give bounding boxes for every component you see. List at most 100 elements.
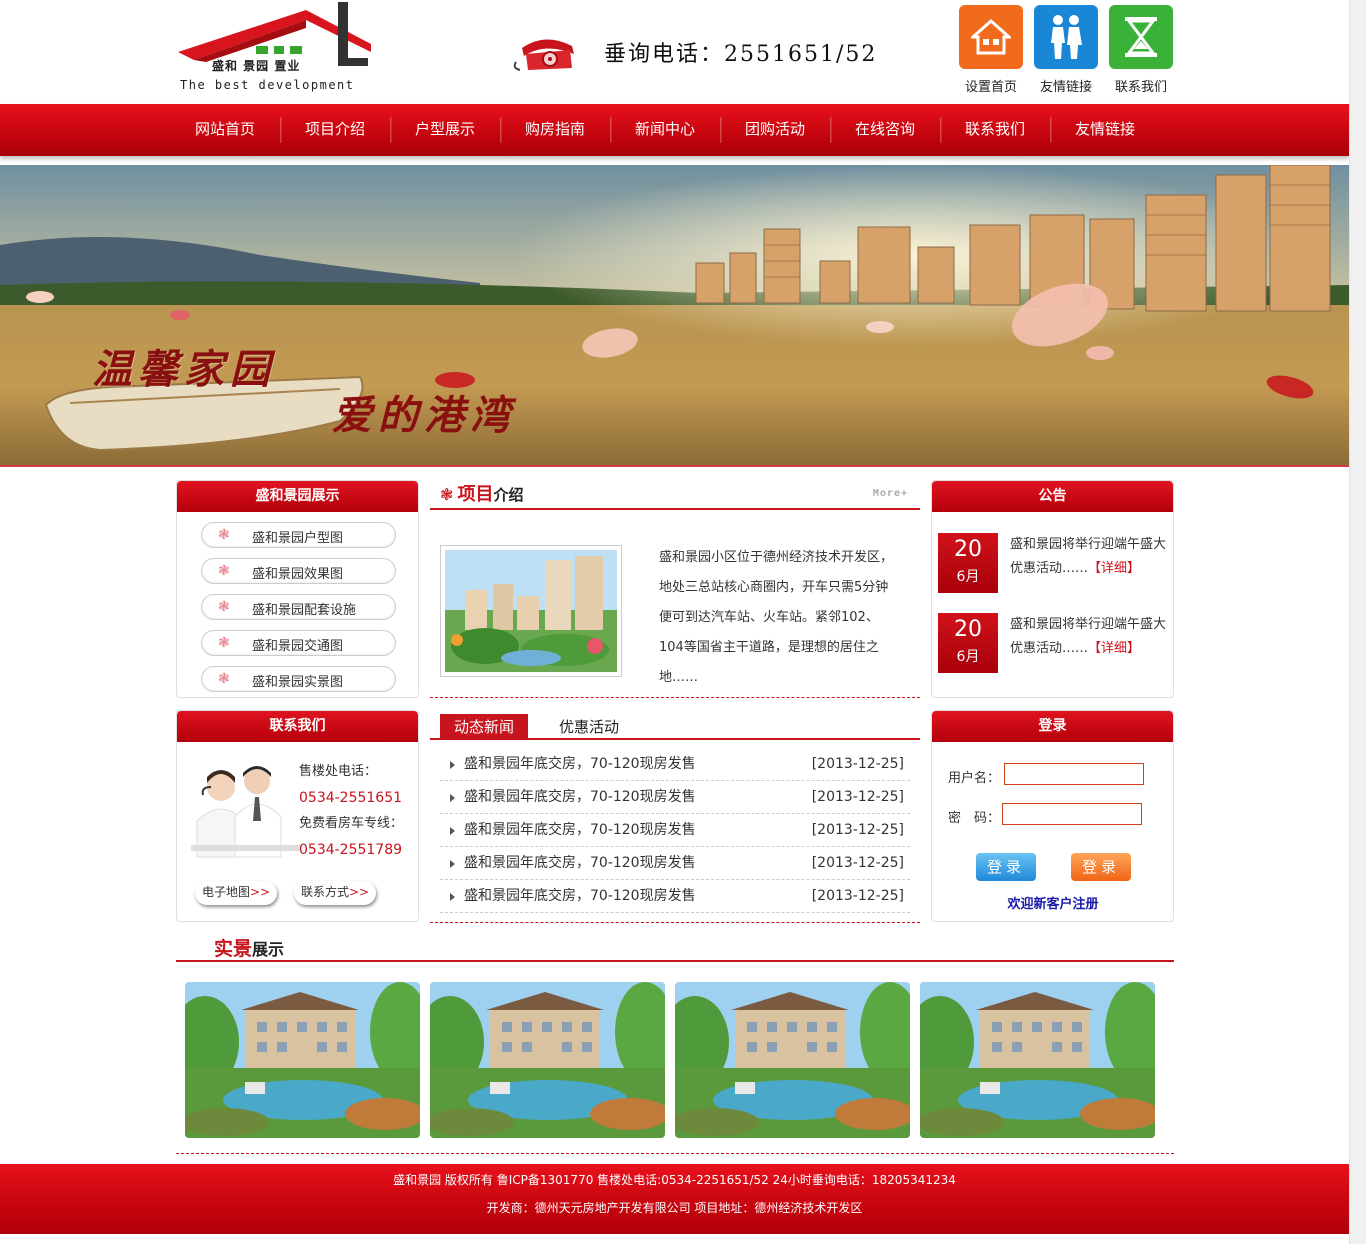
news-item[interactable]: 盛和景园年底交房，70-120现房发售 [2013-12-25] — [440, 781, 910, 814]
logo[interactable]: 盛和 景园 置业 The best development — [176, 2, 376, 98]
username-input[interactable] — [1004, 763, 1144, 785]
notice-date-badge: 20 6月 — [938, 533, 998, 593]
intro-title: ❃ 项目介绍 — [440, 480, 524, 506]
showcase-item-label: 盛和景园效果图 — [252, 567, 344, 582]
set-homepage-link[interactable]: 设置首页 — [958, 5, 1024, 95]
flower-icon: ❃ — [218, 635, 230, 651]
news-title: 盛和景园年底交房，70-120现房发售 — [464, 789, 696, 805]
banner-scene-image — [0, 165, 1349, 465]
gallery-photo[interactable] — [185, 982, 420, 1138]
gallery-photo[interactable] — [675, 982, 910, 1138]
contact-us-label: 联系我们 — [1114, 80, 1167, 95]
showcase-item-label: 盛和景园户型图 — [252, 531, 344, 546]
contact-panel: 联系我们 售楼处电话： 0534-2551651 免费看房车专线： 0534-2… — [176, 710, 419, 922]
main-nav: 网站首页 项目介绍 户型展示 购房指南 新闻中心 团购活动 在线咨询 联系我们 … — [0, 104, 1349, 156]
gallery-divider — [176, 1153, 1174, 1154]
bullet-arrow-icon — [450, 860, 455, 868]
intro-text: 盛和景园小区位于德州经济技术开发区，地处三总站核心商圈内，开车只需5分钟便可到达… — [659, 550, 894, 685]
arrow-icon: >> — [249, 885, 271, 899]
contact-way-label: 联系方式 — [300, 885, 349, 899]
bullet-arrow-icon — [450, 794, 455, 802]
notice-item[interactable]: 盛和景园将举行迎端午盛大优惠活动……【详细】 — [1010, 533, 1172, 581]
news-date: [2013-12-25] — [811, 888, 904, 904]
news-date: [2013-12-25] — [811, 789, 904, 805]
contact-us-link[interactable]: 联系我们 — [1108, 5, 1174, 95]
login-title: 登录 — [932, 711, 1173, 742]
nav-item-project[interactable]: 项目介绍 — [280, 104, 390, 156]
tab-promotions[interactable]: 优惠活动 — [545, 714, 633, 740]
showcase-item-traffic[interactable]: ❃ 盛和景园交通图 — [201, 630, 396, 656]
map-button[interactable]: 电子地图>> — [195, 881, 277, 905]
news-tabs: 动态新闻 优惠活动 — [430, 710, 920, 740]
nav-item-news[interactable]: 新闻中心 — [610, 104, 720, 156]
password-label: 密 码： — [948, 811, 1001, 826]
news-item[interactable]: 盛和景园年底交房，70-120现房发售 [2013-12-25] — [440, 748, 910, 781]
arrow-icon: >> — [348, 885, 370, 899]
nav-item-home[interactable]: 网站首页 — [170, 104, 280, 156]
hero-banner: 温馨家园 爱的港湾 — [0, 165, 1349, 467]
friend-links-label: 友情链接 — [1039, 80, 1092, 95]
sales-phone-number: 0534-2551651 — [299, 790, 403, 806]
gallery-title-big: 实景 — [214, 938, 253, 960]
banner-slogan-line2: 爱的港湾 — [332, 392, 516, 439]
news-date: [2013-12-25] — [811, 756, 904, 772]
contact-title: 联系我们 — [177, 711, 418, 742]
username-label: 用户名： — [948, 771, 1001, 786]
nav-item-group-buy[interactable]: 团购活动 — [720, 104, 830, 156]
notice-item[interactable]: 盛和景园将举行迎端午盛大优惠活动……【详细】 — [1010, 613, 1172, 661]
showcase-title: 盛和景园展示 — [177, 481, 418, 512]
notice-date-badge: 20 6月 — [938, 613, 998, 673]
notice-day: 20 — [954, 537, 982, 562]
intro-title-small: 介绍 — [493, 486, 524, 504]
notice-detail-link[interactable]: 【详细】 — [1088, 561, 1140, 576]
showcase-item-photos[interactable]: ❃ 盛和景园实景图 — [201, 666, 396, 692]
nav-item-contact[interactable]: 联系我们 — [940, 104, 1050, 156]
contact-info: 售楼处电话： 0534-2551651 免费看房车专线： 0534-255178… — [299, 759, 403, 863]
intro-divider — [430, 697, 920, 698]
nav-item-links[interactable]: 友情链接 — [1050, 104, 1160, 156]
news-item[interactable]: 盛和景园年底交房，70-120现房发售 [2013-12-25] — [440, 847, 910, 880]
tab-dynamic-news[interactable]: 动态新闻 — [440, 714, 529, 740]
showcase-item-label: 盛和景园配套设施 — [252, 603, 357, 618]
register-link[interactable]: 欢迎新客户注册 — [932, 893, 1173, 912]
people-icon — [1034, 5, 1098, 69]
intro-more-link[interactable]: More+ — [873, 488, 908, 499]
flower-icon: ❃ — [218, 563, 230, 579]
page: 盛和 景园 置业 The best development 垂询电话：25516… — [0, 0, 1366, 1244]
header: 盛和 景园 置业 The best development 垂询电话：25516… — [0, 0, 1349, 104]
news-date: [2013-12-25] — [811, 855, 904, 871]
login-button-blue[interactable]: 登录 — [976, 853, 1036, 881]
showcase-item-render[interactable]: ❃ 盛和景园效果图 — [201, 558, 396, 584]
nav-item-consult[interactable]: 在线咨询 — [830, 104, 940, 156]
bullet-arrow-icon — [450, 893, 455, 901]
intro-title-big: 项目 — [457, 484, 494, 505]
showcase-item-facilities[interactable]: ❃ 盛和景园配套设施 — [201, 594, 396, 620]
telephone-icon — [513, 39, 574, 71]
vertical-scrollbar[interactable] — [1349, 0, 1366, 1244]
news-title: 盛和景园年底交房，70-120现房发售 — [464, 822, 696, 838]
friend-links-link[interactable]: 友情链接 — [1033, 5, 1099, 95]
showcase-item-floorplan[interactable]: ❃ 盛和景园户型图 — [201, 522, 396, 548]
showcase-item-label: 盛和景园实景图 — [252, 675, 344, 690]
news-title: 盛和景园年底交房，70-120现房发售 — [464, 888, 696, 904]
flower-icon: ❃ — [218, 671, 230, 687]
intro-header: ❃ 项目介绍 More+ — [430, 480, 920, 510]
gallery-photo[interactable] — [430, 982, 665, 1138]
nav-item-guide[interactable]: 购房指南 — [500, 104, 610, 156]
notice-detail-link[interactable]: 【详细】 — [1088, 641, 1140, 656]
gallery-header: 实景展示 — [176, 930, 1174, 962]
logo-en-text: The best development — [180, 78, 355, 92]
gallery-photo[interactable] — [920, 982, 1155, 1138]
showcase-item-label: 盛和景园交通图 — [252, 639, 344, 654]
banner-slogan-line1: 温馨家园 — [92, 346, 276, 393]
password-input[interactable] — [1002, 803, 1142, 825]
nav-item-floorplans[interactable]: 户型展示 — [390, 104, 500, 156]
sales-phone-label: 售楼处电话： — [299, 764, 378, 779]
bullet-arrow-icon — [450, 761, 455, 769]
news-item[interactable]: 盛和景园年底交房，70-120现房发售 [2013-12-25] — [440, 880, 910, 913]
login-button-orange[interactable]: 登录 — [1071, 853, 1131, 881]
news-item[interactable]: 盛和景园年底交房，70-120现房发售 [2013-12-25] — [440, 814, 910, 847]
hourglass-icon — [1109, 5, 1173, 69]
car-line-number: 0534-2551789 — [299, 842, 403, 858]
contact-way-button[interactable]: 联系方式>> — [294, 881, 376, 905]
